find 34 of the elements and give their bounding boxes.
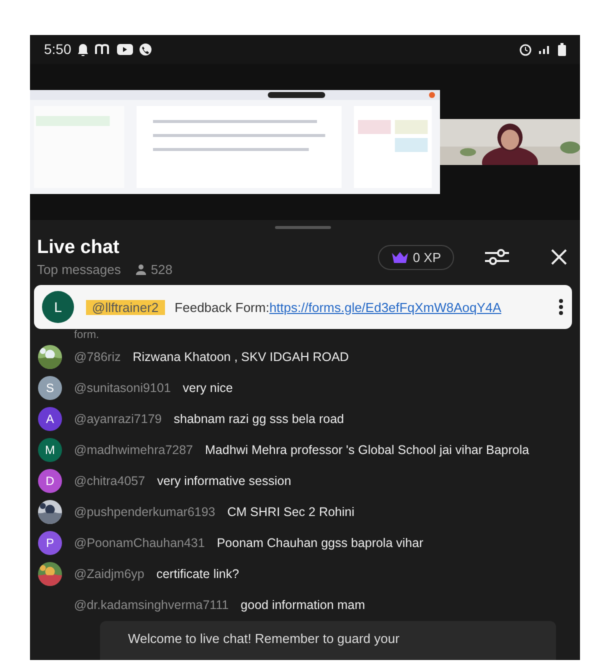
message-text: good information mam [240,598,366,612]
message-text: shabnam razi gg sss bela road [174,412,344,426]
message-text: certificate link? [156,566,240,580]
viewer-count: 528 [150,262,173,277]
author-name: @786riz [74,350,121,364]
avatar: M [38,438,62,462]
author-name: @pushpenderkumar6193 [74,504,216,518]
author-name: @PoonamChauhan431 [74,536,205,550]
avatar: P [38,530,62,554]
message-text: form. [74,330,100,341]
author-name: @llftrainer2 [86,300,165,314]
form-link[interactable]: https://forms.gle/Ed3efFqXmW8AoqY4A [269,300,502,314]
chat-mode-label[interactable]: Top messages [37,262,121,277]
avatar: A [38,406,62,430]
chat-title: Live chat [37,237,120,259]
message-text: very informative session [157,474,292,488]
message-text: Poonam Chauhan ggss baprola vihar [216,536,424,550]
message-text: Feedback Form: [174,300,270,314]
clock-time: 5:50 [44,41,72,58]
message-text: Madhwi Mehra professor 's Global School jai vihar Baprola [205,442,530,456]
author-name: @ayanrazi7179 [74,412,162,426]
author-name: @sunitasoni9101 [74,380,171,394]
avatar: L [42,291,74,323]
author-name: @madhwimehra7287 [74,442,194,456]
welcome-notice: Welcome to live chat! Remember to guard your [128,631,400,646]
message-text: CM SHRI Sec 2 Rohini [227,504,354,518]
author-name: @chitra4057 [74,474,146,488]
author-name: @dr.kadamsinghverma7111 [74,598,229,612]
avatar: D [38,468,62,492]
message-text: very nice [182,380,233,394]
avatar: S [38,376,62,400]
author-name: @Zaidjm6yp [74,566,144,580]
xp-button[interactable]: 0 XP [378,244,454,270]
message-text: Rizwana Khatoon , SKV IDGAH ROAD [132,350,349,364]
